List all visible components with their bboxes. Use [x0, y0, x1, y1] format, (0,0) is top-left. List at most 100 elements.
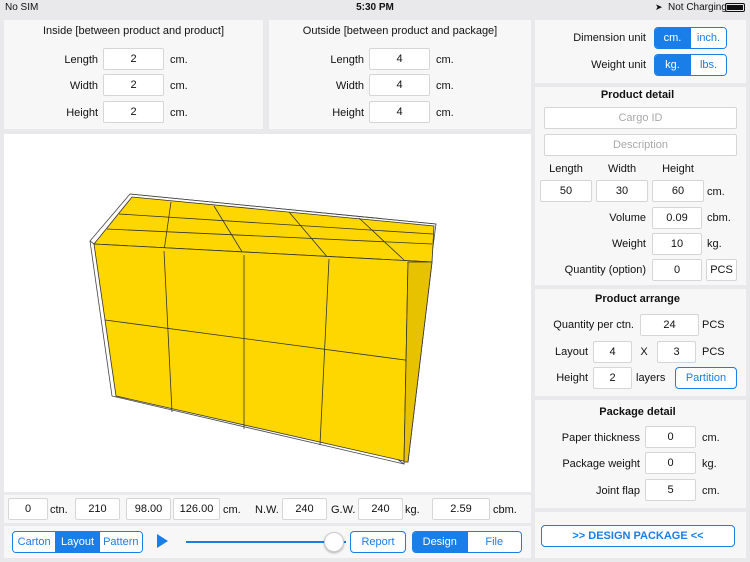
weight-unit: kg.: [405, 504, 420, 516]
tab-pattern[interactable]: Pattern: [98, 532, 142, 552]
product-width-label: Width: [607, 163, 637, 175]
quantity-unit-field[interactable]: PCS: [706, 259, 737, 281]
gw-label: G.W.: [331, 504, 356, 516]
product-detail-panel: Product detail Cargo ID Description Leng…: [535, 87, 746, 285]
net-weight-field[interactable]: 240: [282, 498, 327, 520]
layers-unit: layers: [636, 372, 666, 384]
tab-file[interactable]: File: [466, 532, 521, 552]
product-arrange-panel: Product arrange Quantity per ctn. 24 PCS…: [535, 289, 746, 396]
paper-thickness-unit: cm.: [702, 432, 720, 444]
dimension-unit-toggle: cm. inch.: [654, 27, 727, 49]
layout-unit: PCS: [702, 346, 725, 358]
design-package-area: >> DESIGN PACKAGE <<: [535, 512, 746, 558]
outside-width-unit: cm.: [436, 80, 454, 92]
package-weight-label: Package weight: [562, 458, 640, 470]
layout-x-label: X: [640, 346, 648, 358]
layout-cols-field[interactable]: 4: [593, 341, 632, 363]
product-arrange-title: Product arrange: [595, 293, 680, 305]
slider-thumb[interactable]: [324, 532, 344, 552]
layers-field[interactable]: 2: [593, 367, 632, 389]
location-arrow-icon: ➤: [655, 2, 663, 12]
animation-slider[interactable]: [186, 532, 346, 552]
inside-length-field[interactable]: 2: [103, 48, 164, 70]
layers-height-label: Height: [556, 372, 588, 384]
outside-height-label: Height: [332, 107, 364, 119]
carton-length-field[interactable]: 210: [75, 498, 120, 520]
outside-title: Outside [between product and package]: [302, 25, 498, 37]
outside-panel: Outside [between product and package] Le…: [269, 20, 531, 129]
joint-flap-field[interactable]: 5: [645, 479, 696, 501]
tab-carton[interactable]: Carton: [13, 532, 56, 552]
inside-height-field[interactable]: 2: [103, 101, 164, 123]
tab-design[interactable]: Design: [413, 532, 467, 552]
report-button[interactable]: Report: [350, 531, 406, 553]
outside-length-label: Length: [330, 54, 364, 66]
outside-height-unit: cm.: [436, 107, 454, 119]
carton-height-field[interactable]: 126.00: [173, 498, 220, 520]
cbm-unit: cbm.: [493, 504, 517, 516]
tab-layout[interactable]: Layout: [55, 532, 99, 552]
weight-field[interactable]: 10: [652, 233, 702, 255]
product-length-field[interactable]: 50: [540, 180, 592, 202]
quantity-field[interactable]: 0: [652, 259, 702, 281]
partition-button[interactable]: Partition: [675, 367, 737, 389]
dimension-unit-cm[interactable]: cm.: [655, 28, 690, 48]
product-detail-title: Product detail: [600, 89, 675, 101]
outside-length-field[interactable]: 4: [369, 48, 430, 70]
dimension-unit-label: Dimension unit: [573, 32, 646, 44]
dimension-unit-inch[interactable]: inch.: [690, 28, 726, 48]
inside-height-label: Height: [66, 107, 98, 119]
layout-rows-field[interactable]: 3: [657, 341, 696, 363]
inside-length-label: Length: [64, 54, 98, 66]
volume-field[interactable]: 0.09: [652, 207, 702, 229]
weight-unit-kg[interactable]: kg.: [655, 55, 690, 75]
paper-thickness-field[interactable]: 0: [645, 426, 696, 448]
product-height-field[interactable]: 60: [652, 180, 704, 202]
battery-icon: [725, 3, 745, 12]
quantity-label: Quantity (option): [564, 264, 646, 276]
ctn-count-field[interactable]: 0: [8, 498, 48, 520]
outside-height-field[interactable]: 4: [369, 101, 430, 123]
package-weight-field[interactable]: 0: [645, 452, 696, 474]
outside-length-unit: cm.: [436, 54, 454, 66]
inside-width-unit: cm.: [170, 80, 188, 92]
play-icon[interactable]: [157, 534, 168, 548]
carton-width-field[interactable]: 98.00: [126, 498, 171, 520]
weight-label: Weight: [611, 238, 646, 250]
layout-label: Layout: [554, 346, 588, 358]
weight-unit-toggle: kg. lbs.: [654, 54, 727, 76]
inside-width-label: Width: [69, 80, 98, 92]
view-tabs: Carton Layout Pattern: [12, 531, 143, 553]
status-bar: No SIM 5:30 PM ➤ Not Charging: [0, 0, 750, 16]
inside-title: Inside [between product and product]: [42, 25, 224, 37]
weight-unit-lbs[interactable]: lbs.: [690, 55, 726, 75]
product-width-field[interactable]: 30: [596, 180, 648, 202]
qty-per-ctn-unit: PCS: [702, 319, 725, 331]
product-height-label: Height: [662, 163, 694, 175]
description-input[interactable]: Description: [544, 134, 737, 156]
carton-dim-unit: cm.: [223, 504, 241, 516]
joint-flap-label: Joint flap: [595, 485, 640, 497]
inside-width-field[interactable]: 2: [103, 74, 164, 96]
design-package-button[interactable]: >> DESIGN PACKAGE <<: [541, 525, 735, 547]
package-detail-panel: Package detail Paper thickness 0 cm. Pac…: [535, 400, 746, 508]
gross-weight-field[interactable]: 240: [358, 498, 403, 520]
clock-label: 5:30 PM: [356, 2, 394, 13]
cbm-field[interactable]: 2.59: [432, 498, 490, 520]
qty-per-ctn-field[interactable]: 24: [640, 314, 699, 336]
package-detail-title: Package detail: [599, 406, 676, 418]
cargo-id-input[interactable]: Cargo ID: [544, 107, 737, 129]
mode-tabs: Design File: [412, 531, 522, 553]
inside-height-unit: cm.: [170, 107, 188, 119]
ctn-unit: ctn.: [50, 504, 68, 516]
outside-width-label: Width: [335, 80, 364, 92]
bottom-toolbar: Carton Layout Pattern Report Design File: [4, 526, 531, 558]
layout-3d-view[interactable]: [4, 134, 531, 492]
weight-unit-label: Weight unit: [591, 59, 646, 71]
inside-length-unit: cm.: [170, 54, 188, 66]
paper-thickness-label: Paper thickness: [561, 432, 640, 444]
volume-unit: cbm.: [707, 212, 731, 224]
product-length-label: Length: [549, 163, 583, 175]
package-weight-unit: kg.: [702, 458, 717, 470]
outside-width-field[interactable]: 4: [369, 74, 430, 96]
